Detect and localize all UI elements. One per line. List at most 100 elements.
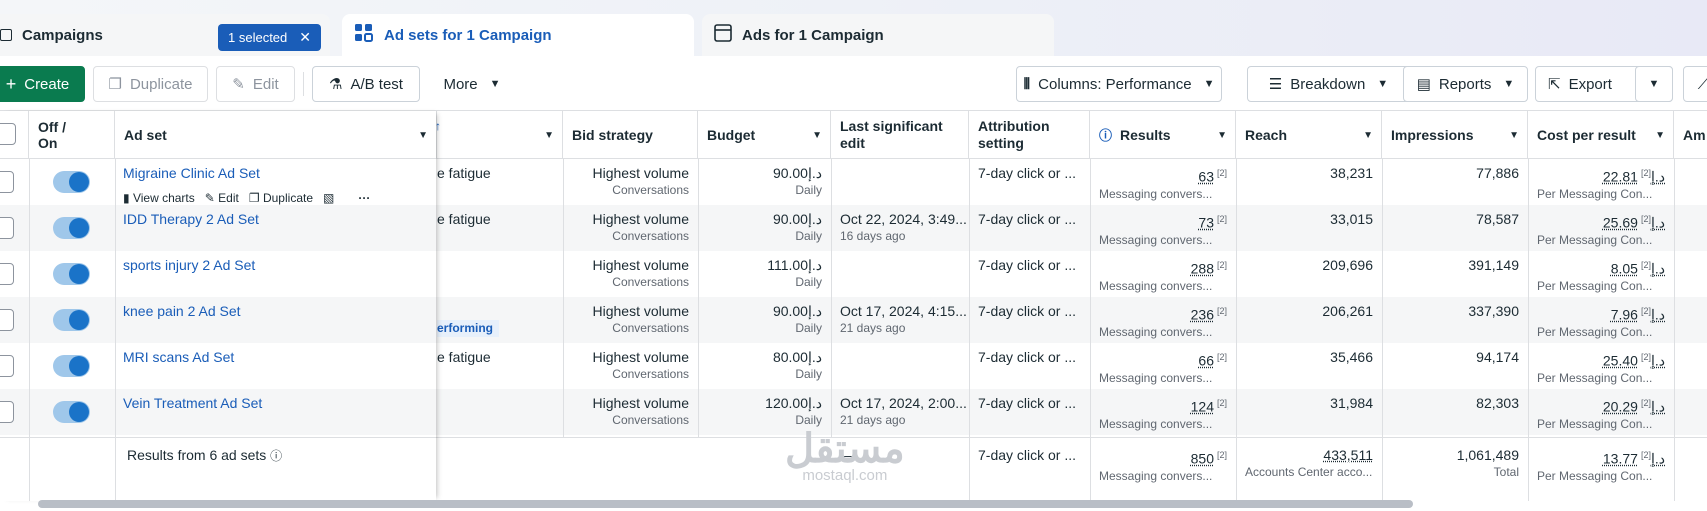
header-attribution[interactable]: Attribution setting — [969, 111, 1090, 159]
more-label: More — [443, 75, 478, 93]
tab-campaigns-label: Campaigns — [22, 26, 103, 44]
tab-adsets-label: Ad sets for 1 Campaign — [384, 26, 552, 44]
tab-ads-label: Ads for 1 Campaign — [742, 26, 884, 44]
results-cell: 236 [2] Messaging convers... — [1099, 306, 1227, 339]
charts-button[interactable]: ⟋ — [1683, 66, 1707, 102]
chart-icon: ⟋ — [1697, 75, 1707, 93]
columns-icon: ⦀ — [1023, 75, 1031, 93]
header-impressions[interactable]: Impressions ▼ — [1382, 111, 1528, 159]
duplicate-icon: ❐ — [108, 76, 122, 93]
campaign-icon — [0, 29, 12, 41]
delivery-cell — [437, 389, 563, 435]
plus-icon: + — [5, 73, 17, 94]
budget-cell[interactable]: 90.00د.إ Daily — [698, 297, 831, 343]
bid-strategy-cell: Highest volume Conversations — [592, 257, 690, 289]
export-icon: ⇱ — [1548, 76, 1561, 93]
sort-caret-icon: ▼ — [1655, 130, 1665, 141]
tab-ads[interactable]: Ads for 1 Campaign — [702, 14, 1054, 56]
flask-icon: ⚗ — [329, 76, 343, 93]
reach-cell: 35,466 — [1330, 349, 1373, 365]
columns-button[interactable]: ⦀ Columns: Performance ▼ — [1016, 66, 1222, 102]
columns-label: Columns: Performance — [1038, 75, 1192, 93]
header-delivery[interactable]: ↑ ▼ — [435, 111, 563, 159]
create-label: Create — [24, 75, 70, 93]
header-cost-per-result[interactable]: Cost per result ▼ — [1528, 111, 1674, 159]
info-icon: ⓘ — [1099, 128, 1113, 143]
pencil-icon: ✎ — [232, 76, 245, 93]
header-results[interactable]: ⓘ Results ▼ — [1090, 111, 1236, 159]
column-divider — [969, 159, 970, 501]
budget-cell[interactable]: 111.00د.إ Daily — [698, 251, 831, 297]
totals-cost-per-result: 13.77د.إ[2] Per Messaging Con... — [1537, 450, 1665, 483]
last-edit-cell — [831, 251, 969, 297]
export-label: Export — [1568, 75, 1612, 93]
reach-cell: 38,231 — [1330, 165, 1373, 181]
cost-per-result-cell: 20.29د.إ[2] Per Messaging Con... — [1537, 398, 1665, 431]
tab-adsets[interactable]: Ad sets for 1 Campaign — [342, 14, 694, 56]
delivery-cell: e fatigue — [437, 349, 491, 365]
duplicate-label: Duplicate — [129, 75, 193, 93]
header-last-edit[interactable]: Last significant edit — [831, 111, 969, 159]
last-edit-cell — [831, 343, 969, 389]
header-budget[interactable]: Budget ▼ — [698, 111, 831, 159]
header-reach[interactable]: Reach ▼ — [1236, 111, 1382, 159]
sort-caret-icon: ▼ — [1509, 130, 1519, 141]
bid-strategy-cell: Highest volume Conversations — [592, 211, 690, 243]
reports-label: Reports — [1438, 75, 1492, 93]
attribution-cell: 7-day click or ... — [978, 165, 1077, 181]
results-cell: 73 [2] Messaging convers... — [1099, 214, 1227, 247]
attribution-cell: 7-day click or ... — [978, 395, 1077, 411]
delivery-cell: erforming — [437, 297, 563, 343]
impressions-cell: 94,174 — [1476, 349, 1519, 365]
watermark: مستقل mostaql.com — [785, 427, 905, 484]
bid-strategy-cell: Highest volume Conversations — [592, 349, 690, 381]
ab-test-button[interactable]: ⚗ A/B test — [312, 66, 420, 102]
breakdown-button[interactable]: ☰ Breakdown ▼ — [1247, 66, 1410, 102]
attribution-cell: 7-day click or ... — [978, 303, 1077, 319]
budget-cell[interactable]: 90.00د.إ Daily — [698, 159, 831, 205]
bid-strategy-cell: Highest volume Conversations — [592, 165, 690, 197]
duplicate-button[interactable]: ❐ Duplicate — [93, 66, 208, 102]
caret-down-icon: ▼ — [1648, 78, 1660, 90]
attribution-cell: 7-day click or ... — [978, 257, 1077, 273]
breakdown-icon: ☰ — [1268, 76, 1283, 93]
reports-icon: ▤ — [1416, 76, 1431, 93]
horizontal-scrollbar[interactable] — [38, 500, 1413, 508]
reach-cell: 206,261 — [1322, 303, 1373, 319]
results-cell: 63 [2] Messaging convers... — [1099, 168, 1227, 201]
results-cell: 124 [2] Messaging convers... — [1099, 398, 1227, 431]
results-cell: 66 [2] Messaging convers... — [1099, 352, 1227, 385]
totals-attribution: 7-day click or ... — [978, 447, 1077, 463]
column-divider — [831, 159, 832, 437]
ad-window-icon — [714, 24, 732, 46]
cost-per-result-cell: 8.05د.إ[2] Per Messaging Con... — [1537, 260, 1665, 293]
edit-button[interactable]: ✎ Edit — [216, 66, 295, 102]
sort-caret-icon: ▼ — [1363, 130, 1373, 141]
column-divider — [1528, 159, 1529, 501]
cost-per-result-cell: 7.96د.إ[2] Per Messaging Con... — [1537, 306, 1665, 339]
last-edit-cell: Oct 22, 2024, 3:49... 16 days ago — [840, 211, 967, 243]
column-divider — [563, 159, 564, 437]
close-icon[interactable]: ✕ — [299, 29, 311, 46]
column-divider — [1090, 159, 1091, 501]
grid-icon — [354, 23, 374, 47]
impressions-cell: 337,390 — [1468, 303, 1519, 319]
reports-button[interactable]: ▤ Reports ▼ — [1403, 66, 1528, 102]
reach-cell: 209,696 — [1322, 257, 1373, 273]
header-amount[interactable]: Am — [1674, 111, 1707, 159]
more-button[interactable]: More ▼ — [432, 66, 512, 102]
sort-caret-icon: ▼ — [812, 130, 822, 141]
export-dropdown-button[interactable]: ▼ — [1635, 66, 1673, 102]
selected-filter-pill[interactable]: 1 selected ✕ — [218, 24, 321, 51]
sort-caret-icon: ▼ — [544, 130, 554, 141]
selected-count-label: 1 selected — [228, 30, 288, 45]
budget-cell[interactable]: 80.00د.إ Daily — [698, 343, 831, 389]
bid-strategy-cell: Highest volume Conversations — [592, 303, 690, 335]
create-button[interactable]: + Create — [0, 66, 85, 102]
last-edit-cell: Oct 17, 2024, 4:15... 21 days ago — [840, 303, 967, 335]
budget-cell[interactable]: 90.00د.إ Daily — [698, 205, 831, 251]
column-divider — [1674, 159, 1675, 501]
delivery-cell: e fatigue — [437, 211, 491, 227]
header-bid-strategy[interactable]: Bid strategy — [563, 111, 698, 159]
caret-down-icon: ▼ — [1503, 78, 1515, 90]
